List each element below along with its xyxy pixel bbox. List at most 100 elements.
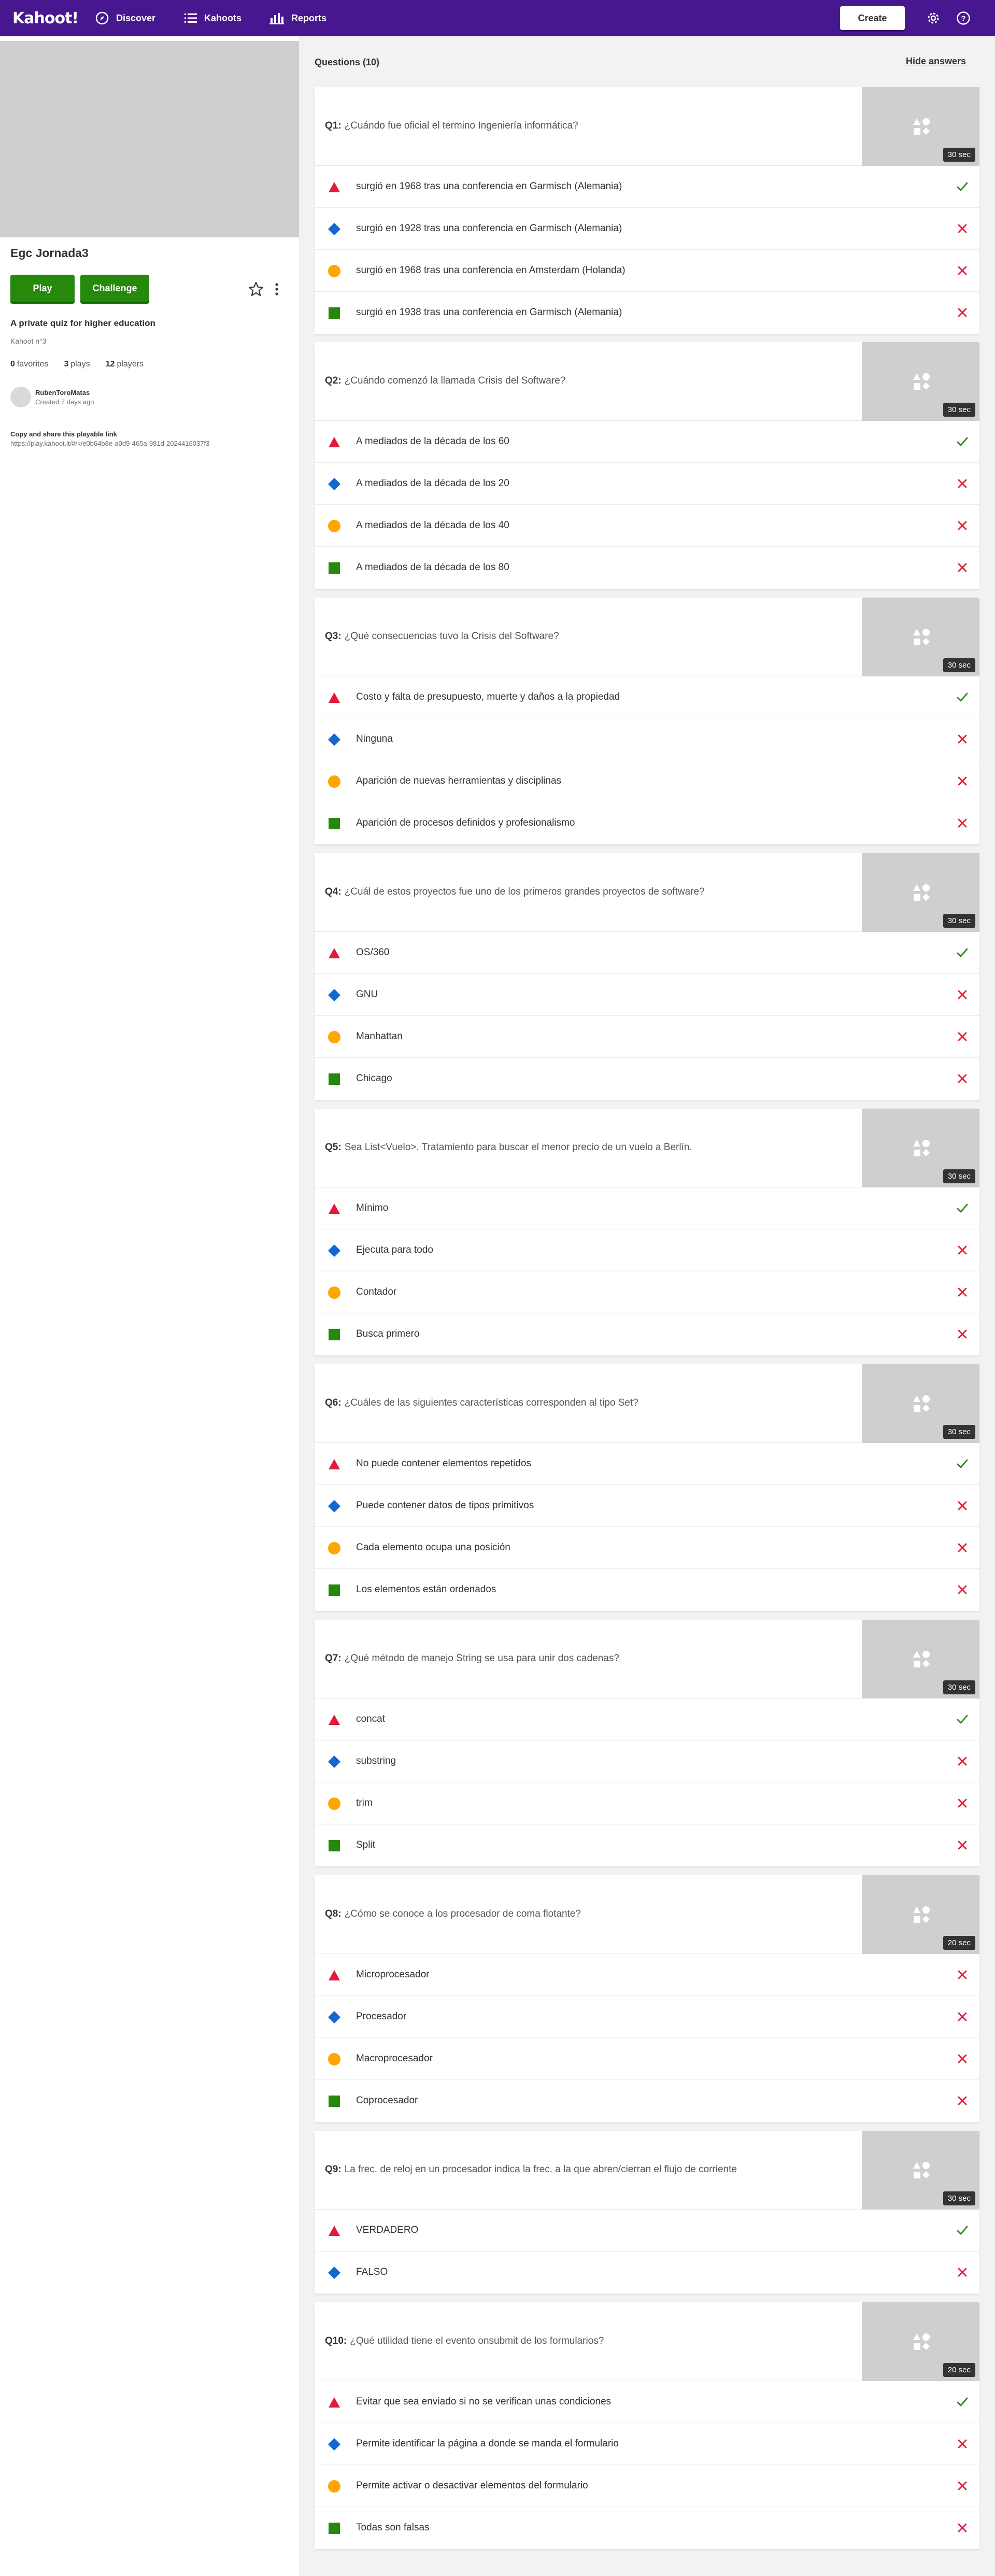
answer-text: substring bbox=[356, 1756, 396, 1766]
question-card[interactable]: Q5: Sea List<Vuelo>. Tratamiento para bus… bbox=[315, 1109, 979, 1355]
question-text: Q2: ¿Cuándo comenzó la llamada Crisis del… bbox=[325, 375, 845, 387]
time-limit-badge: 30 sec bbox=[943, 1425, 975, 1439]
question-header[interactable]: Q8: ¿Cómo se conoce a los procesador de c… bbox=[315, 1875, 979, 1954]
question-image: 20 sec bbox=[862, 1875, 979, 1954]
cross-icon bbox=[955, 2009, 970, 2024]
square-icon bbox=[328, 307, 340, 319]
question-header[interactable]: Q3: ¿Qué consecuencias tuvo la Crisis del… bbox=[315, 598, 979, 676]
share-link[interactable]: https://play.kahoot.it/#/k/e0b64b8e-a0d9… bbox=[10, 440, 209, 447]
favorite-button[interactable] bbox=[248, 281, 264, 298]
answer-row: Chicago bbox=[315, 1058, 979, 1100]
answer-row: surgió en 1968 tras una conferencia en G… bbox=[315, 166, 979, 208]
time-limit-badge: 20 sec bbox=[943, 2363, 975, 2377]
question-title: ¿Qué utilidad tiene el evento onsubmit d… bbox=[350, 2336, 604, 2346]
cross-icon bbox=[955, 1582, 970, 1597]
nav-discover-label: Discover bbox=[116, 12, 156, 23]
question-card[interactable]: Q6: ¿Cuáles de las siguientes característ… bbox=[315, 1364, 979, 1611]
answer-text: Aparición de nuevas herramientas y disci… bbox=[356, 775, 562, 786]
image-placeholder-icon bbox=[913, 2333, 930, 2350]
question-title: La frec. de reloj en un procesador indic… bbox=[344, 2164, 737, 2175]
nav-discover[interactable]: Discover bbox=[95, 0, 155, 36]
question-header[interactable]: Q5: Sea List<Vuelo>. Tratamiento para bus… bbox=[315, 1109, 979, 1187]
time-limit-badge: 30 sec bbox=[943, 658, 975, 672]
question-card[interactable]: Q9: La frec. de reloj en un procesador in… bbox=[315, 2131, 979, 2294]
compass-icon bbox=[95, 11, 109, 25]
question-image: 30 sec bbox=[862, 2131, 979, 2210]
question-card[interactable]: Q1: ¿Cuándo fue oficial el termino Ingeni… bbox=[315, 87, 979, 334]
answer-row: Ejecuta para todo bbox=[315, 1229, 979, 1271]
question-header[interactable]: Q6: ¿Cuáles de las siguientes característ… bbox=[315, 1364, 979, 1443]
question-header[interactable]: Q9: La frec. de reloj en un procesador in… bbox=[315, 2131, 979, 2210]
check-icon bbox=[955, 1712, 970, 1726]
question-card[interactable]: Q4: ¿Cuál de estos proyectos fue uno de l… bbox=[315, 853, 979, 1100]
answer-row: Microprocesador bbox=[315, 1954, 979, 1996]
triangle-icon bbox=[328, 691, 340, 704]
circle-icon bbox=[328, 2053, 340, 2065]
check-icon bbox=[955, 434, 970, 449]
creator-name[interactable]: RubenToroMatas bbox=[35, 389, 90, 397]
triangle-icon bbox=[328, 1969, 340, 1981]
question-card[interactable]: Q2: ¿Cuándo comenzó la llamada Crisis del… bbox=[315, 342, 979, 589]
image-placeholder-icon bbox=[913, 118, 930, 135]
circle-icon bbox=[328, 2480, 340, 2493]
answer-text: Ejecuta para todo bbox=[356, 1244, 433, 1255]
questions-header: Questions (10) bbox=[315, 57, 380, 67]
answer-text: Evitar que sea enviado si no se verifica… bbox=[356, 2396, 612, 2407]
question-card[interactable]: Q3: ¿Qué consecuencias tuvo la Crisis del… bbox=[315, 598, 979, 844]
create-button[interactable]: Create bbox=[840, 6, 905, 30]
answer-text: surgió en 1928 tras una conferencia en G… bbox=[356, 223, 622, 234]
question-header[interactable]: Q7: ¿Qué método de manejo String se usa p… bbox=[315, 1620, 979, 1699]
play-button[interactable]: Play bbox=[10, 275, 75, 302]
cross-icon bbox=[955, 2051, 970, 2066]
diamond-icon bbox=[328, 1244, 340, 1257]
kahoot-logo[interactable]: Kahoot! bbox=[12, 8, 79, 28]
question-header[interactable]: Q10: ¿Qué utilidad tiene el evento onsubm… bbox=[315, 2302, 979, 2381]
more-options-button[interactable] bbox=[271, 281, 283, 298]
question-card[interactable]: Q8: ¿Cómo se conoce a los procesador de c… bbox=[315, 1875, 979, 2122]
square-icon bbox=[328, 1073, 340, 1085]
circle-icon bbox=[328, 265, 340, 277]
time-limit-badge: 20 sec bbox=[943, 1936, 975, 1950]
nav-kahoots[interactable]: Kahoots bbox=[184, 0, 241, 36]
answer-text: FALSO bbox=[356, 2267, 388, 2277]
answer-text: Costo y falta de presupuesto, muerte y d… bbox=[356, 691, 620, 702]
star-icon bbox=[248, 281, 264, 296]
question-number: Q3: bbox=[325, 631, 342, 642]
question-card[interactable]: Q7: ¿Qué método de manejo String se usa p… bbox=[315, 1620, 979, 1866]
question-title: ¿Cuáles de las siguientes característica… bbox=[344, 1397, 638, 1408]
creator-avatar[interactable] bbox=[10, 387, 31, 407]
help-button[interactable]: ? bbox=[955, 9, 972, 27]
question-header[interactable]: Q4: ¿Cuál de estos proyectos fue uno de l… bbox=[315, 853, 979, 932]
question-header[interactable]: Q2: ¿Cuándo comenzó la llamada Crisis del… bbox=[315, 342, 979, 421]
answer-text: Ninguna bbox=[356, 733, 393, 744]
answer-row: FALSO bbox=[315, 2252, 979, 2294]
answer-text: Chicago bbox=[356, 1073, 392, 1084]
triangle-icon bbox=[328, 1202, 340, 1215]
answer-text: Contador bbox=[356, 1286, 397, 1297]
circle-icon bbox=[328, 1542, 340, 1554]
nav-reports[interactable]: Reports bbox=[269, 0, 326, 36]
answer-row: surgió en 1938 tras una conferencia en G… bbox=[315, 292, 979, 334]
diamond-icon bbox=[328, 2011, 340, 2023]
answer-text: Permite identificar la página a donde se… bbox=[356, 2438, 619, 2449]
cross-icon bbox=[955, 305, 970, 320]
kahoot-stats: 0 favorites 3 plays 12 players bbox=[10, 360, 144, 369]
favorites-label: favorites bbox=[17, 360, 49, 369]
answer-text: Macroprocesador bbox=[356, 2053, 433, 2064]
challenge-button[interactable]: Challenge bbox=[80, 275, 149, 302]
question-header[interactable]: Q1: ¿Cuándo fue oficial el termino Ingeni… bbox=[315, 87, 979, 166]
settings-button[interactable] bbox=[925, 9, 942, 27]
question-card[interactable]: Q10: ¿Qué utilidad tiene el evento onsubm… bbox=[315, 2302, 979, 2549]
answer-row: Costo y falta de presupuesto, muerte y d… bbox=[315, 676, 979, 718]
triangle-icon bbox=[328, 181, 340, 193]
hide-answers-button[interactable]: Hide answers bbox=[906, 56, 966, 67]
triangle-icon bbox=[328, 947, 340, 959]
answer-row: OS/360 bbox=[315, 932, 979, 974]
question-image: 20 sec bbox=[862, 2302, 979, 2381]
circle-icon bbox=[328, 1031, 340, 1043]
answer-row: Split bbox=[315, 1824, 979, 1866]
square-icon bbox=[328, 562, 340, 574]
question-title: ¿Qué consecuencias tuvo la Crisis del So… bbox=[344, 631, 559, 642]
answer-row: Permite identificar la página a donde se… bbox=[315, 2423, 979, 2465]
answer-text: No puede contener elementos repetidos bbox=[356, 1458, 532, 1469]
